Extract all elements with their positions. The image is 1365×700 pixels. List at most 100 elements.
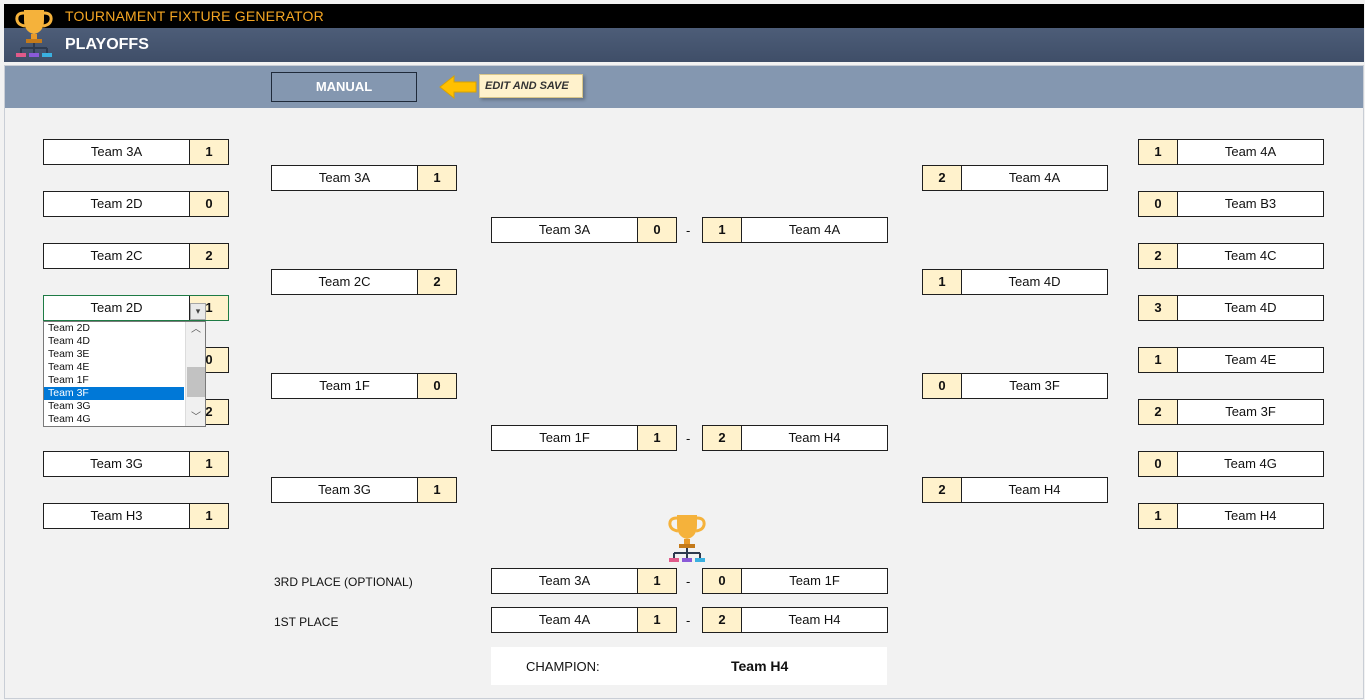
score-cell[interactable]: 0: [703, 569, 742, 593]
r1-right-match-6: 2 Team 3F: [1138, 399, 1324, 425]
champion-label: CHAMPION:: [526, 659, 600, 674]
r2-right-match-2: 1 Team 4D: [922, 269, 1108, 295]
team-cell[interactable]: Team 4D: [962, 270, 1107, 294]
dropdown-option[interactable]: Team 3E: [44, 348, 184, 361]
score-cell[interactable]: 1: [1139, 348, 1178, 372]
dropdown-option[interactable]: Team 4D: [44, 335, 184, 348]
dropdown-option[interactable]: Team 1F: [44, 374, 184, 387]
first-place-label: 1ST PLACE: [274, 615, 338, 629]
team-select-cell[interactable]: Team 2D: [44, 296, 189, 320]
app-window: TOURNAMENT FIXTURE GENERATOR PLAYOFFS MA…: [0, 0, 1365, 700]
dropdown-scrollbar[interactable]: ︿ ﹀: [185, 322, 205, 426]
team-cell[interactable]: Team 3F: [1178, 400, 1323, 424]
score-cell[interactable]: 2: [417, 270, 456, 294]
team-cell[interactable]: Team 3A: [492, 569, 637, 593]
score-cell[interactable]: 1: [1139, 504, 1178, 528]
score-cell[interactable]: 1: [637, 608, 676, 632]
third-place-right: 0 Team 1F: [702, 568, 888, 594]
team-cell[interactable]: Team 4A: [492, 608, 637, 632]
team-cell[interactable]: Team 2D: [44, 192, 189, 216]
team-cell[interactable]: Team 3G: [272, 478, 417, 502]
team-cell[interactable]: Team 1F: [272, 374, 417, 398]
team-cell[interactable]: Team 4C: [1178, 244, 1323, 268]
team-cell[interactable]: Team 2C: [272, 270, 417, 294]
score-cell[interactable]: 2: [923, 478, 962, 502]
score-cell[interactable]: 2: [703, 426, 742, 450]
team-cell[interactable]: Team 1F: [492, 426, 637, 450]
team-cell[interactable]: Team 4D: [1178, 296, 1323, 320]
score-cell[interactable]: 1: [189, 452, 228, 476]
score-cell[interactable]: 0: [417, 374, 456, 398]
r1-left-match-2: Team 2D 0: [43, 191, 229, 217]
r1-right-match-2: 0 Team B3: [1138, 191, 1324, 217]
r2-left-match-2: Team 2C 2: [271, 269, 457, 295]
r1-left-match-4: Team 2D 1 ▾: [43, 295, 229, 321]
team-cell[interactable]: Team 3A: [272, 166, 417, 190]
team-cell[interactable]: Team H4: [1178, 504, 1323, 528]
champion-team: Team H4: [731, 658, 788, 674]
team-cell[interactable]: Team 3A: [44, 140, 189, 164]
score-cell[interactable]: 1: [637, 569, 676, 593]
dropdown-option-selected[interactable]: Team 3F: [44, 387, 184, 400]
team-cell[interactable]: Team 3G: [44, 452, 189, 476]
score-cell[interactable]: 1: [189, 140, 228, 164]
score-cell[interactable]: 2: [1139, 400, 1178, 424]
team-cell[interactable]: Team 4A: [1178, 140, 1323, 164]
trophy-bracket-icon: [12, 6, 56, 60]
r1-left-match-8: Team H3 1: [43, 503, 229, 529]
champion-box: CHAMPION: Team H4: [491, 647, 887, 685]
dropdown-option[interactable]: Team 4E: [44, 361, 184, 374]
r1-right-match-1: 1 Team 4A: [1138, 139, 1324, 165]
score-cell[interactable]: 0: [1139, 192, 1178, 216]
score-cell[interactable]: 0: [923, 374, 962, 398]
team-cell[interactable]: Team 1F: [742, 569, 887, 593]
score-cell[interactable]: 1: [923, 270, 962, 294]
score-cell[interactable]: 1: [189, 504, 228, 528]
app-title: TOURNAMENT FIXTURE GENERATOR: [65, 8, 324, 24]
chevron-down-icon[interactable]: ﹀: [186, 410, 206, 426]
dropdown-option[interactable]: Team 4G: [44, 413, 184, 426]
trophy-icon: [665, 511, 709, 565]
score-cell[interactable]: 3: [1139, 296, 1178, 320]
r1-right-match-5: 1 Team 4E: [1138, 347, 1324, 373]
chevron-up-icon[interactable]: ︿: [186, 322, 206, 338]
score-cell[interactable]: 2: [923, 166, 962, 190]
r2-left-match-3: Team 1F 0: [271, 373, 457, 399]
team-dropdown-list[interactable]: Team 2D Team 4D Team 3E Team 4E Team 1F …: [43, 321, 206, 427]
team-cell[interactable]: Team 3F: [962, 374, 1107, 398]
r2-left-match-4: Team 3G 1: [271, 477, 457, 503]
team-cell[interactable]: Team 2C: [44, 244, 189, 268]
score-separator: -: [686, 574, 690, 589]
score-cell[interactable]: 1: [637, 426, 676, 450]
team-cell[interactable]: Team H3: [44, 504, 189, 528]
final-right: 2 Team H4: [702, 607, 888, 633]
team-cell[interactable]: Team 4G: [1178, 452, 1323, 476]
score-cell[interactable]: 0: [1139, 452, 1178, 476]
score-cell[interactable]: 1: [703, 218, 742, 242]
team-cell[interactable]: Team H4: [962, 478, 1107, 502]
team-cell[interactable]: Team H4: [742, 608, 887, 632]
score-cell[interactable]: 1: [417, 478, 456, 502]
team-cell[interactable]: Team 4A: [962, 166, 1107, 190]
scrollbar-thumb[interactable]: [187, 367, 205, 397]
dropdown-option[interactable]: Team 3G: [44, 400, 184, 413]
r2-right-match-4: 2 Team H4: [922, 477, 1108, 503]
score-cell[interactable]: 2: [189, 244, 228, 268]
toolbar: MANUAL EDIT AND SAVE: [5, 66, 1363, 108]
team-cell[interactable]: Team H4: [742, 426, 887, 450]
score-cell[interactable]: 2: [1139, 244, 1178, 268]
r1-right-match-8: 1 Team H4: [1138, 503, 1324, 529]
score-cell[interactable]: 0: [637, 218, 676, 242]
team-cell[interactable]: Team 4E: [1178, 348, 1323, 372]
team-cell[interactable]: Team 4A: [742, 218, 887, 242]
team-cell[interactable]: Team 3A: [492, 218, 637, 242]
score-cell[interactable]: 0: [189, 192, 228, 216]
score-cell[interactable]: 2: [703, 608, 742, 632]
dropdown-option[interactable]: Team 2D: [44, 322, 184, 335]
score-cell[interactable]: 1: [417, 166, 456, 190]
r2-left-match-1: Team 3A 1: [271, 165, 457, 191]
team-cell[interactable]: Team B3: [1178, 192, 1323, 216]
dropdown-arrow-icon[interactable]: ▾: [190, 303, 206, 320]
manual-mode-button[interactable]: MANUAL: [271, 72, 417, 102]
score-cell[interactable]: 1: [1139, 140, 1178, 164]
